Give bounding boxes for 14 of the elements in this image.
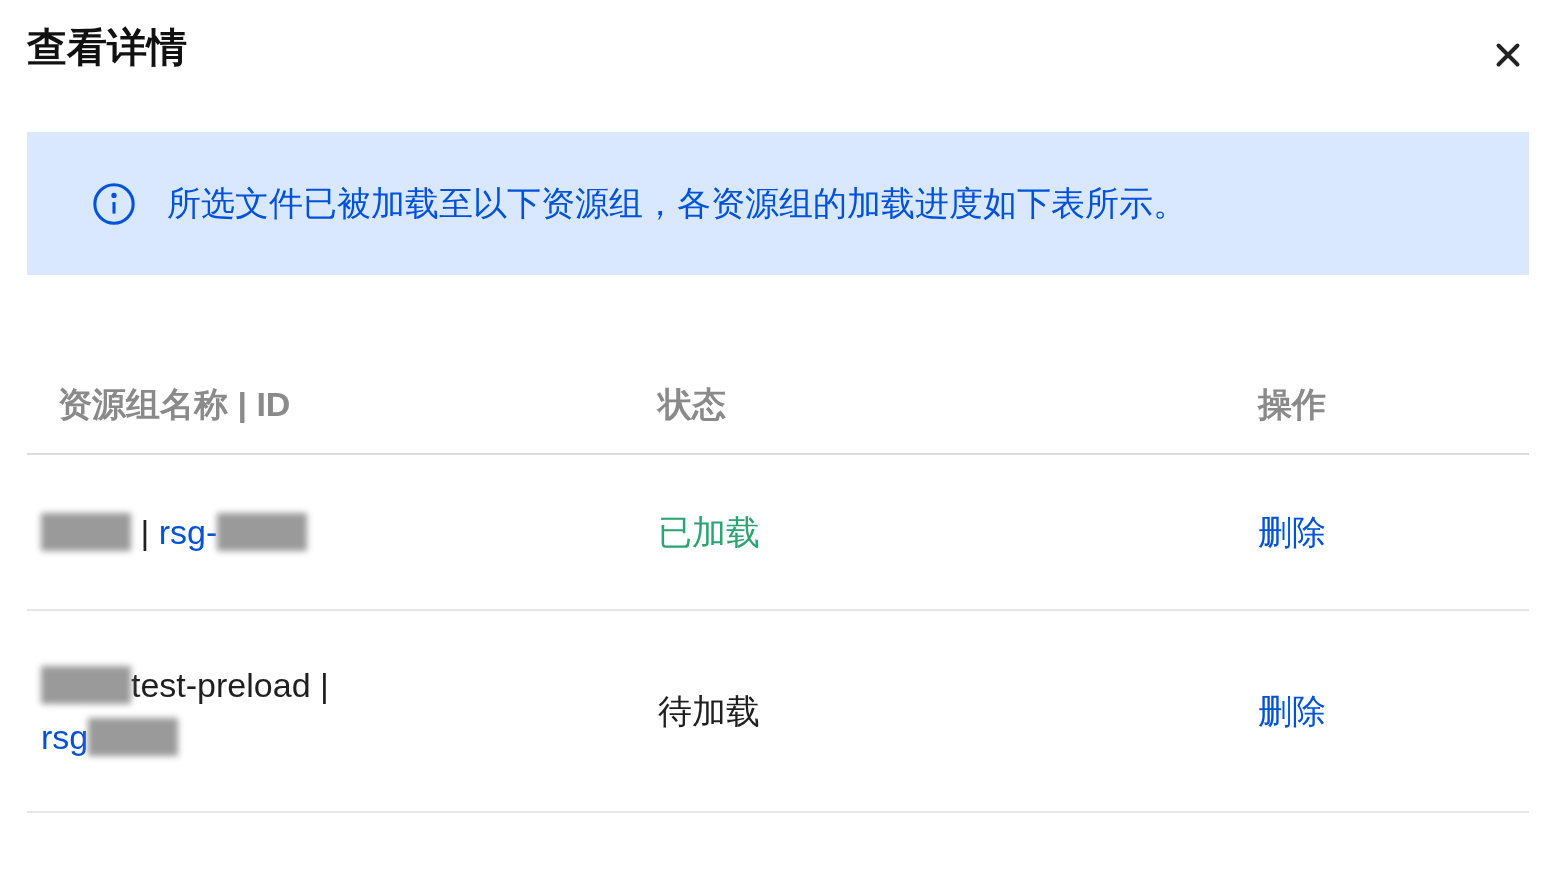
status-text: 待加载 bbox=[657, 690, 761, 732]
dialog-title: 查看详情 bbox=[27, 24, 187, 71]
info-message: 所选文件已被加载至以下资源组，各资源组的加载进度如下表所示。 bbox=[167, 183, 1187, 224]
column-header: 操作 bbox=[1256, 383, 1327, 425]
resource-name: test-preload | bbox=[131, 665, 329, 706]
status-text: 已加载 bbox=[657, 511, 761, 553]
resource-name: | bbox=[139, 512, 151, 553]
resource-id-link[interactable]: rsg- bbox=[158, 506, 218, 558]
resource-id-link[interactable]: rsg bbox=[41, 711, 89, 763]
info-icon bbox=[91, 180, 137, 227]
delete-link[interactable]: 删除 bbox=[1258, 691, 1326, 730]
delete-link[interactable]: 删除 bbox=[1258, 512, 1326, 551]
column-header: 状态 bbox=[655, 383, 727, 425]
column-header: 资源组名称 | ID bbox=[57, 383, 292, 425]
